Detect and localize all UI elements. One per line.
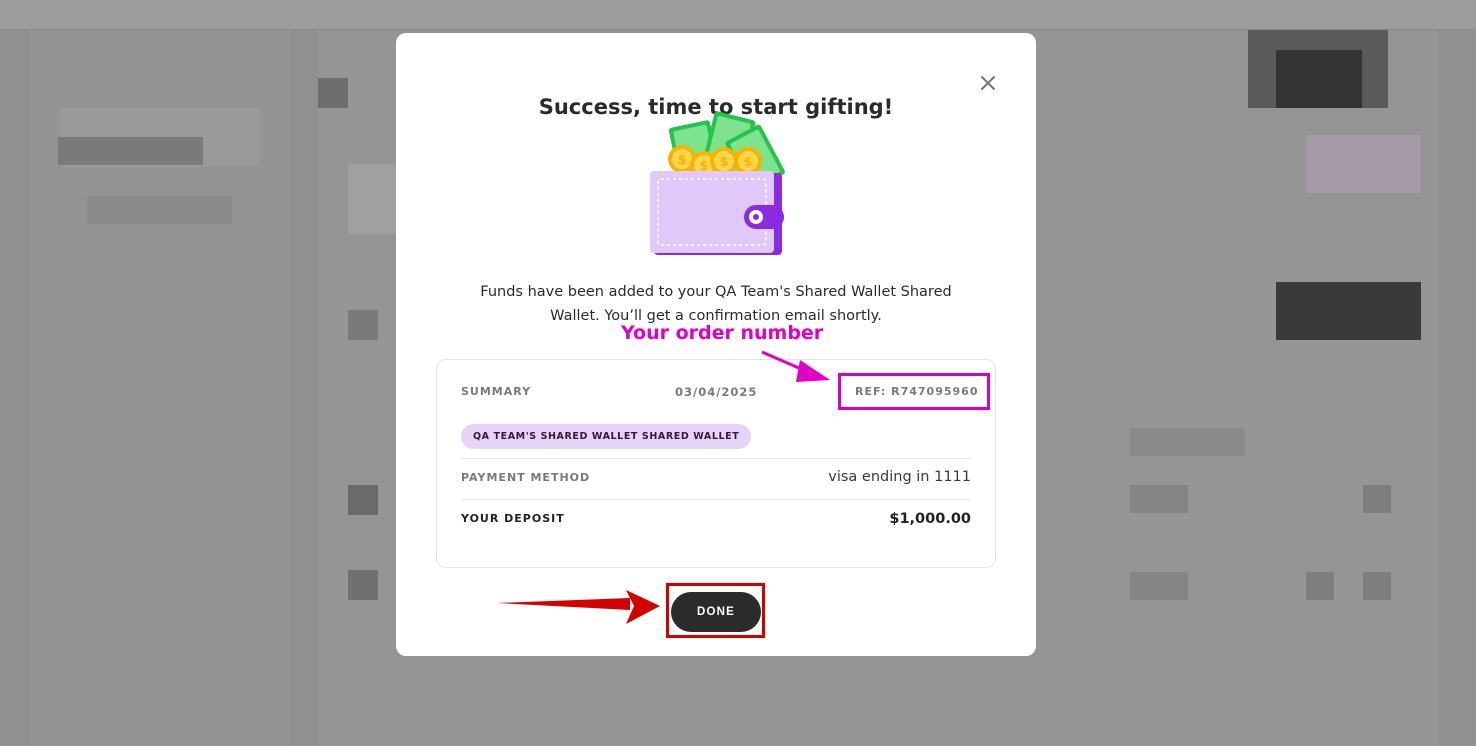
- deposit-amount: $1,000.00: [889, 511, 971, 527]
- svg-text:$: $: [677, 153, 686, 168]
- done-highlight-box: [666, 583, 765, 638]
- summary-date: 03/04/2025: [675, 385, 758, 399]
- success-modal: Success, time to start gifting! $ $ $ $ …: [396, 33, 1036, 656]
- svg-text:$: $: [719, 155, 728, 170]
- order-ref-highlight-box: [838, 373, 990, 410]
- wallet-money-illustration: $ $ $ $: [646, 111, 786, 257]
- wallet-name-badge: QA TEAM'S SHARED WALLET SHARED WALLET: [461, 424, 752, 449]
- close-icon[interactable]: [978, 73, 998, 93]
- background-topbar: [0, 0, 1476, 30]
- payment-method-label: PAYMENT METHOD: [461, 471, 591, 484]
- svg-text:$: $: [743, 155, 752, 170]
- message-line-1: Funds have been added to your QA Team's …: [480, 284, 952, 300]
- summary-divider: [461, 458, 971, 459]
- payment-method-value: visa ending in 1111: [828, 469, 971, 485]
- summary-label: SUMMARY: [461, 385, 532, 398]
- order-number-annotation: Your order number: [621, 322, 824, 344]
- success-message: Funds have been added to your QA Team's …: [456, 280, 976, 328]
- summary-divider: [461, 499, 971, 500]
- background-sidebar: [30, 30, 290, 746]
- deposit-label: YOUR DEPOSIT: [461, 512, 565, 525]
